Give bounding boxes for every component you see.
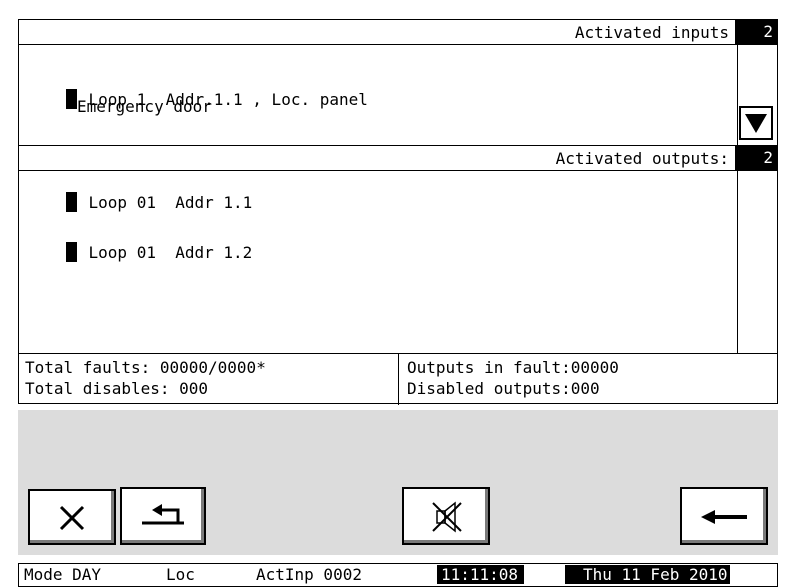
outputs-count-badge: 2	[735, 146, 777, 170]
main-panel: Activated inputs 2 Loop 1 Addr.1.1 , Loc…	[18, 19, 778, 405]
output-item-label: Loop 01 Addr 1.1	[88, 193, 253, 212]
status-time: 11:11:08	[437, 565, 525, 584]
outputs-header: Activated outputs: 2	[19, 145, 777, 171]
enter-button[interactable]	[680, 487, 768, 545]
arrow-left-icon	[701, 510, 747, 524]
outputs-in-fault: Outputs in fault:00000	[407, 358, 619, 377]
output-marker	[65, 192, 77, 212]
return-icon	[142, 504, 184, 525]
total-disables: Total disables: 000	[25, 379, 209, 398]
status-date: Thu 11 Feb 2010	[565, 565, 730, 584]
status-bar: Mode DAY Loc ActInp 0002 11:11:08 Thu 11…	[18, 563, 778, 587]
disabled-outputs: Disabled outputs:000	[407, 379, 600, 398]
inputs-count-badge: 2	[735, 20, 777, 44]
triangle-down-icon	[745, 114, 767, 133]
stats-divider	[398, 354, 399, 405]
inputs-header: Activated inputs 2	[19, 20, 777, 45]
stats-panel: Total faults: 00000/0000* Total disables…	[19, 353, 777, 405]
status-mode: Mode DAY	[24, 565, 102, 584]
total-faults: Total faults: 00000/0000*	[25, 358, 266, 377]
output-item[interactable]: Loop 01 Addr 1.2	[27, 223, 252, 281]
output-item-label: Loop 01 Addr 1.2	[88, 243, 253, 262]
inputs-title: Activated inputs	[574, 23, 729, 42]
outputs-scroll-divider	[737, 171, 738, 353]
sound-mute-icon	[432, 501, 462, 533]
input-marker	[65, 89, 77, 109]
output-marker	[65, 242, 77, 262]
close-icon	[59, 505, 85, 531]
input-item-line2: Emergency door	[77, 97, 212, 116]
mute-button[interactable]	[402, 487, 490, 545]
back-button[interactable]	[120, 487, 206, 545]
inputs-scroll-divider	[737, 45, 738, 145]
status-actinp: ActInp 0002	[256, 565, 362, 584]
close-button[interactable]	[28, 489, 116, 545]
outputs-title: Activated outputs:	[555, 149, 729, 168]
status-loc: Loc	[166, 565, 195, 584]
scroll-down-button[interactable]	[739, 106, 773, 140]
